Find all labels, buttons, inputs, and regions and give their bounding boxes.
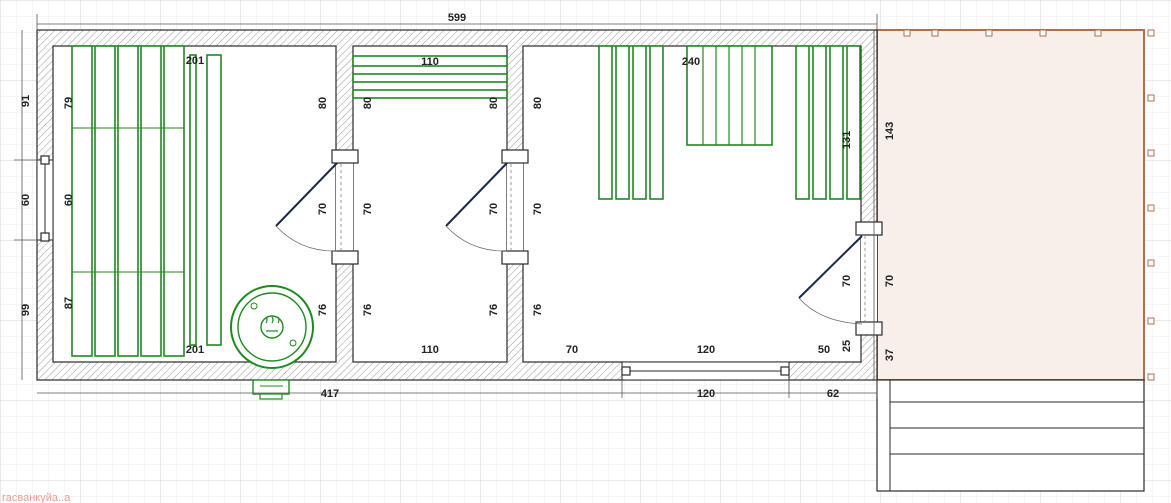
dim-bottom-door: 120 [697, 388, 715, 400]
dim-outer-right-top: 143 [884, 122, 896, 140]
dim-rest-bottom-window: 120 [697, 344, 715, 356]
bench-plank [163, 45, 185, 357]
dim-steam-right-door: 70 [317, 203, 329, 215]
rest-room-window [621, 361, 790, 381]
dim-steam-left-window: 60 [63, 194, 75, 206]
steam-room-window [36, 155, 54, 242]
dim-rest-left-door: 70 [532, 203, 544, 215]
watermark-text: гасванкуйа..а [2, 492, 71, 503]
dim-rest-bottom-left: 70 [566, 344, 578, 356]
dim-rest-width-top: 240 [682, 56, 700, 68]
dim-total-width: 599 [448, 12, 466, 24]
bench-plank [140, 45, 162, 357]
dim-outer-right-bottom: 37 [884, 349, 896, 361]
dim-wash-right-door: 70 [488, 203, 500, 215]
dim-left-bottom: 99 [20, 304, 32, 316]
terrace [876, 29, 1155, 381]
dim-wash-left-bottom: 76 [362, 304, 374, 316]
dim-steam-right-bottom: 76 [317, 304, 329, 316]
dim-wash-left-top: 80 [362, 97, 374, 109]
dim-wash-width-top: 110 [421, 56, 439, 68]
dim-rest-right-bottom: 25 [841, 340, 853, 352]
sauna-floor-plan: 599 417 120 62 91 60 99 201 201 79 60 87… [0, 0, 1171, 503]
dim-rest-right-door: 70 [841, 275, 853, 287]
dim-left-top: 91 [20, 95, 32, 107]
dim-rest-left-top: 80 [532, 97, 544, 109]
dim-outer-right-door: 70 [884, 275, 896, 287]
bench-back-rail [206, 54, 222, 346]
shelf-plank [352, 89, 508, 99]
entrance-steps [876, 379, 1145, 492]
dim-steam-bench-bottom: 201 [186, 344, 204, 356]
sauna-stove-icon [230, 285, 314, 369]
dim-steam-right-top: 80 [317, 97, 329, 109]
dim-bottom-right: 62 [827, 388, 839, 400]
dim-steam-left-top: 79 [63, 97, 75, 109]
shelf-plank [352, 73, 508, 83]
dim-wash-right-top: 80 [488, 97, 500, 109]
dim-steam-bench-top: 201 [186, 55, 204, 67]
dim-left-window: 60 [20, 194, 32, 206]
dim-rest-left-bottom: 76 [532, 304, 544, 316]
dim-bottom-left: 417 [321, 388, 339, 400]
bench-plank [117, 45, 139, 357]
dim-wash-left-door: 70 [362, 203, 374, 215]
dim-rest-right-top: 131 [841, 131, 853, 149]
bench-back-rail [189, 54, 197, 346]
dim-wash-width-bottom: 110 [421, 344, 439, 356]
bench-plank [71, 45, 93, 357]
bench-plank [94, 45, 116, 357]
dim-wash-right-bottom: 76 [488, 304, 500, 316]
dim-steam-left-bottom: 87 [63, 297, 75, 309]
dim-rest-bottom-right: 50 [818, 344, 830, 356]
